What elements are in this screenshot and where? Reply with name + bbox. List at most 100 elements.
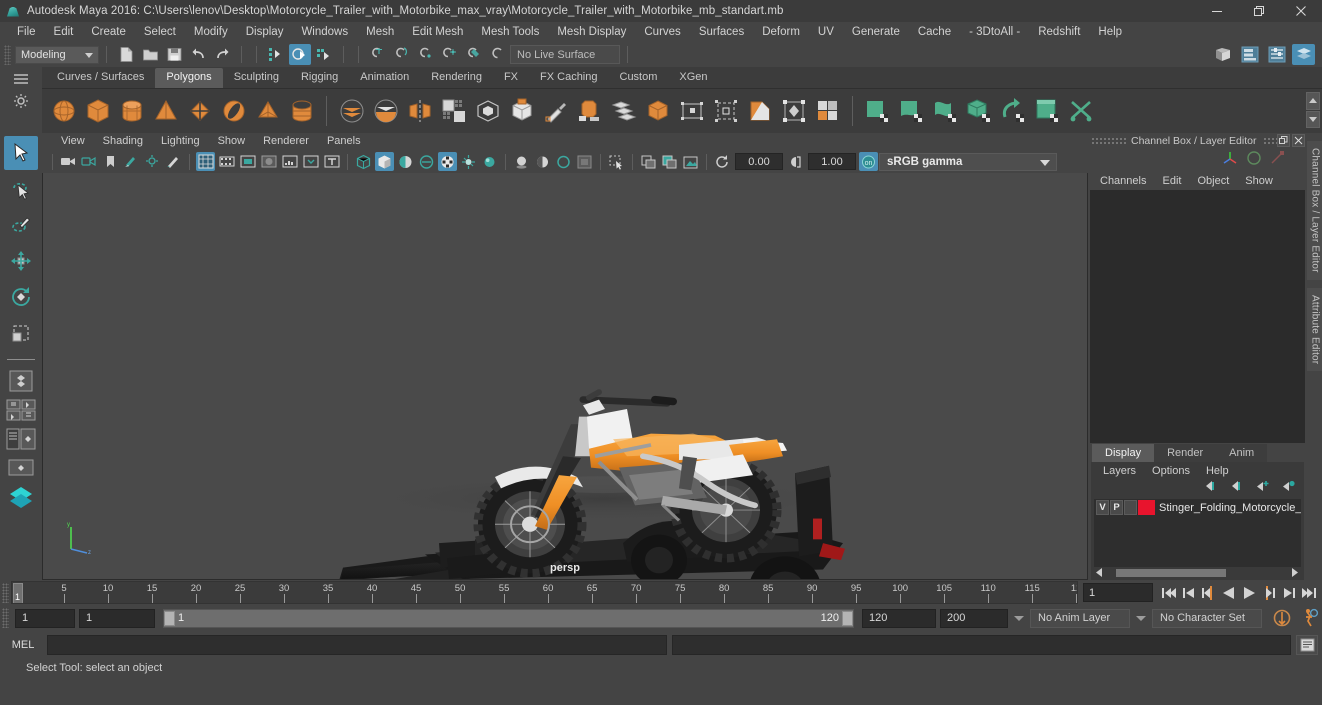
poly-multicut-icon[interactable] [540,96,571,127]
menu-file[interactable]: File [8,23,45,41]
animation-start-time-field[interactable]: 1 [15,608,75,628]
paste-view-icon[interactable] [660,152,679,171]
persp-graph-layout-icon[interactable] [5,455,37,481]
channel-menu-show[interactable]: Show [1237,175,1281,187]
scale-tool-button[interactable] [4,316,38,350]
isolate-select-icon[interactable] [575,152,594,171]
select-tool-button[interactable] [4,136,38,170]
shelf-options-icon[interactable] [11,91,31,111]
rotate-manipulator-icon[interactable] [1246,150,1262,171]
go-to-start-icon[interactable] [1159,583,1178,603]
select-by-object-icon[interactable] [289,44,311,65]
time-slider-grip[interactable] [2,582,9,603]
gamma-reset-icon[interactable] [786,152,805,171]
resolution-gate-icon[interactable] [238,152,257,171]
script-editor-icon[interactable] [1296,635,1318,655]
uv-editor-icon[interactable] [1032,96,1063,127]
minimize-icon[interactable] [1196,0,1238,22]
layer-tab-render[interactable]: Render [1154,444,1217,462]
menu-edit-mesh[interactable]: Edit Mesh [403,23,472,41]
new-scene-icon[interactable] [115,44,137,65]
side-tab-channel-box[interactable]: Channel Box / Layer Editor [1307,141,1322,280]
poly-fill-hole-icon[interactable] [676,96,707,127]
bookmark-icon[interactable] [101,152,120,171]
range-slider-right-handle[interactable] [842,610,853,626]
exposure-reset-icon[interactable] [713,152,732,171]
new-empty-layer-icon[interactable] [1254,479,1270,497]
perspective-viewport[interactable]: y z persp [42,173,1088,580]
poly-combine-icon[interactable] [438,96,469,127]
step-forward-keyframe-icon[interactable] [1279,583,1298,603]
anim-layer-selector[interactable]: No Anim Layer [1030,608,1130,628]
current-frame-field[interactable]: 1 [1083,583,1153,602]
poly-booleans-union-icon[interactable] [336,96,367,127]
shelf-tab-xgen[interactable]: XGen [668,68,719,88]
menu-mesh-display[interactable]: Mesh Display [548,23,635,41]
channel-box-toggle-icon[interactable] [1292,44,1315,65]
layer-menu-options[interactable]: Options [1144,465,1198,477]
snap-to-curve-icon[interactable] [391,44,413,65]
layer-visibility-toggle[interactable]: V [1096,500,1109,515]
shelf-tab-rigging[interactable]: Rigging [289,68,350,88]
menu-generate[interactable]: Generate [843,23,909,41]
poly-smooth-icon[interactable] [472,96,503,127]
paint-select-tool-button[interactable] [4,208,38,242]
shade-hardware-texture-icon[interactable] [396,152,415,171]
scroll-right-arrow-icon[interactable] [1290,564,1299,582]
outliner-persp-layout-icon[interactable] [5,426,37,452]
rotate-tool-button[interactable] [4,280,38,314]
panel-menu-renderer[interactable]: Renderer [254,135,318,148]
make-live-icon[interactable] [487,44,509,65]
play-backwards-icon[interactable] [1219,583,1238,603]
grid-toggle-icon[interactable] [196,152,215,171]
layer-color-swatch[interactable] [1138,500,1155,515]
safe-action-icon[interactable] [301,152,320,171]
layer-menu-help[interactable]: Help [1198,465,1237,477]
poly-extrude-icon[interactable] [506,96,537,127]
poly-cube-icon[interactable] [82,96,113,127]
snap-to-projected-center-icon[interactable] [439,44,461,65]
poly-append-icon[interactable] [710,96,741,127]
snap-to-view-plane-icon[interactable] [463,44,485,65]
shelf-tab-fx-caching[interactable]: FX Caching [529,68,609,88]
menu-redshift[interactable]: Redshift [1029,23,1089,41]
channel-menu-edit[interactable]: Edit [1154,175,1189,187]
undock-icon[interactable] [1277,134,1291,147]
image-plane-icon[interactable] [122,152,141,171]
poly-cylinder-icon[interactable] [116,96,147,127]
film-origin-icon[interactable] [280,152,299,171]
snap-to-grid-icon[interactable] [367,44,389,65]
poly-bevel-icon[interactable] [574,96,605,127]
undo-icon[interactable] [187,44,209,65]
menu-3dtoall[interactable]: - 3DtoAll - [960,23,1029,41]
close-icon[interactable] [1292,134,1306,147]
menu-windows[interactable]: Windows [292,23,357,41]
move-layer-up-icon[interactable] [1202,479,1218,497]
uv-automatic-icon[interactable] [964,96,995,127]
gamma-field[interactable]: 1.00 [808,153,856,170]
uv-cut-icon[interactable] [1066,96,1097,127]
ambient-occlusion-icon[interactable] [533,152,552,171]
shadows-icon[interactable] [512,152,531,171]
color-management-toggle-icon[interactable]: on [859,152,878,171]
2d-pan-zoom-icon[interactable] [143,152,162,171]
command-input-field[interactable] [48,637,666,655]
menu-help[interactable]: Help [1089,23,1131,41]
poly-separate-icon[interactable] [778,96,809,127]
layer-name-label[interactable]: Stinger_Folding_Motorcycle_ [1159,502,1301,514]
single-perspective-view-icon[interactable] [5,368,37,394]
shelf-scroll-buttons[interactable] [1306,92,1320,128]
motion-blur-icon[interactable] [554,152,573,171]
menu-curves[interactable]: Curves [635,23,689,41]
exposure-field[interactable]: 0.00 [735,153,783,170]
menu-modify[interactable]: Modify [185,23,237,41]
panel-menu-show[interactable]: Show [209,135,255,148]
select-by-component-icon[interactable] [313,44,335,65]
command-input[interactable] [47,635,667,655]
poly-plane-icon[interactable] [184,96,215,127]
shelf-menu-icon[interactable] [11,71,31,86]
play-forwards-icon[interactable] [1239,583,1258,603]
lasso-select-tool-button[interactable] [4,172,38,206]
auto-keyframe-icon[interactable] [1270,607,1294,629]
menu-mesh-tools[interactable]: Mesh Tools [472,23,548,41]
